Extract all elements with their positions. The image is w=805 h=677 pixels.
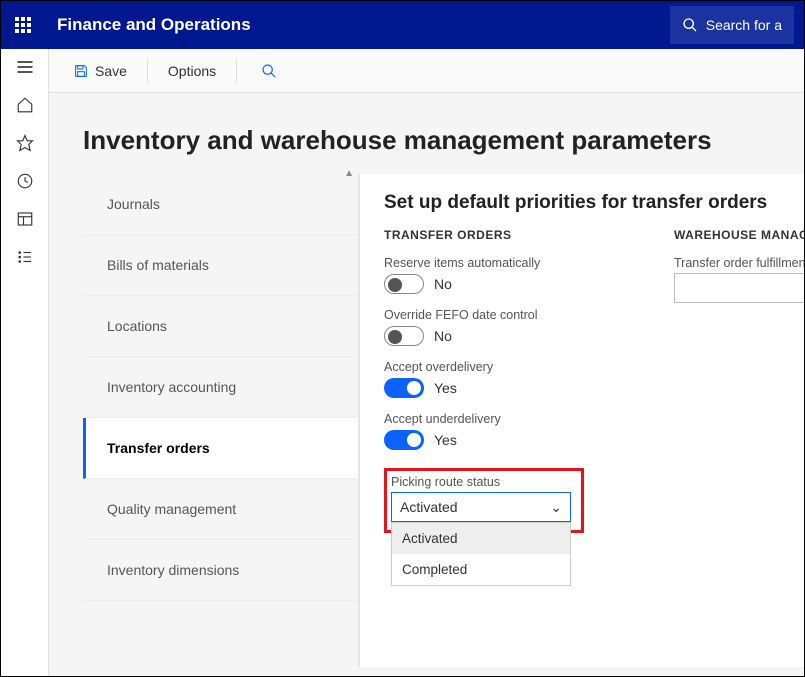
toggle-value: Yes bbox=[434, 432, 457, 448]
global-search[interactable]: Search for a bbox=[670, 6, 794, 44]
dropdown-option[interactable]: Completed bbox=[392, 554, 570, 585]
section-nav: ▲ JournalsBills of materialsLocationsInv… bbox=[83, 174, 359, 667]
field-label: Override FEFO date control bbox=[384, 308, 624, 322]
toggle-value: No bbox=[434, 328, 452, 344]
recent-icon[interactable] bbox=[15, 171, 35, 191]
home-icon[interactable] bbox=[15, 95, 35, 115]
workspaces-icon[interactable] bbox=[15, 209, 35, 229]
detail-panel: Set up default priorities for transfer o… bbox=[359, 174, 804, 667]
top-bar: Finance and Operations Search for a bbox=[1, 1, 804, 49]
modules-icon[interactable] bbox=[15, 247, 35, 267]
dropdown-value: Activated bbox=[400, 499, 458, 515]
nav-item[interactable]: Transfer orders bbox=[83, 418, 358, 479]
nav-item[interactable]: Locations bbox=[83, 296, 358, 357]
separator bbox=[147, 59, 148, 83]
field-label: Accept underdelivery bbox=[384, 412, 624, 426]
wh-field-label: Transfer order fulfillment po bbox=[674, 256, 804, 270]
save-icon bbox=[73, 63, 89, 79]
field-label: Accept overdelivery bbox=[384, 360, 624, 374]
chevron-down-icon: ⌄ bbox=[550, 499, 562, 516]
section-header-warehouse: WAREHOUSE MANAGEME bbox=[674, 228, 804, 242]
search-icon bbox=[261, 63, 277, 79]
field-label: Reserve items automatically bbox=[384, 256, 624, 270]
section-header-transfer-orders: TRANSFER ORDERS bbox=[384, 228, 624, 242]
dropdown-label: Picking route status bbox=[391, 475, 573, 489]
save-button[interactable]: Save bbox=[63, 59, 137, 83]
highlight-box: Picking route status Activated ⌄ Activat… bbox=[384, 468, 584, 533]
toggle-switch[interactable] bbox=[384, 274, 424, 294]
nav-item[interactable]: Inventory dimensions bbox=[83, 540, 358, 601]
nav-item[interactable]: Inventory accounting bbox=[83, 357, 358, 418]
page-title: Inventory and warehouse management param… bbox=[49, 93, 804, 174]
dropdown-option[interactable]: Activated bbox=[392, 523, 570, 554]
scroll-up-icon[interactable]: ▲ bbox=[344, 168, 354, 179]
nav-item[interactable]: Quality management bbox=[83, 479, 358, 540]
toggle-row: Yes bbox=[384, 378, 624, 398]
picking-route-status-dropdown[interactable]: Activated ⌄ bbox=[391, 492, 571, 522]
toggle-row: No bbox=[384, 274, 624, 294]
toggle-switch[interactable] bbox=[384, 326, 424, 346]
toggle-value: Yes bbox=[434, 380, 457, 396]
app-launcher-icon[interactable] bbox=[11, 13, 39, 37]
favorites-icon[interactable] bbox=[15, 133, 35, 153]
search-icon bbox=[682, 17, 698, 33]
toggle-value: No bbox=[434, 276, 452, 292]
options-button[interactable]: Options bbox=[158, 59, 226, 83]
nav-rail bbox=[1, 49, 49, 676]
panel-heading: Set up default priorities for transfer o… bbox=[384, 192, 780, 214]
dropdown-list: ActivatedCompleted bbox=[391, 522, 571, 586]
separator bbox=[236, 59, 237, 83]
hamburger-icon[interactable] bbox=[15, 57, 35, 77]
nav-item[interactable]: Journals bbox=[83, 174, 358, 235]
toggle-switch[interactable] bbox=[384, 378, 424, 398]
search-placeholder: Search for a bbox=[706, 17, 782, 33]
fulfillment-policy-input[interactable] bbox=[674, 273, 804, 303]
command-bar: Save Options bbox=[49, 49, 804, 93]
toggle-switch[interactable] bbox=[384, 430, 424, 450]
toggle-row: No bbox=[384, 326, 624, 346]
find-button[interactable] bbox=[247, 59, 287, 83]
toggle-row: Yes bbox=[384, 430, 624, 450]
app-title: Finance and Operations bbox=[57, 15, 251, 35]
nav-item[interactable]: Bills of materials bbox=[83, 235, 358, 296]
